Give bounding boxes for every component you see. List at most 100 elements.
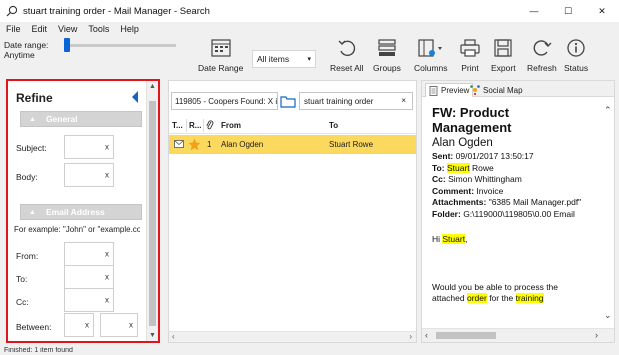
- refresh-icon: [533, 40, 552, 56]
- cc-input[interactable]: x: [64, 288, 114, 312]
- groups-button[interactable]: Groups: [373, 38, 401, 73]
- email-cc: Cc: Simon Whittingham: [432, 174, 522, 184]
- between-from-input[interactable]: x: [64, 313, 94, 337]
- star-icon[interactable]: [188, 138, 201, 151]
- columns-button[interactable]: Columns: [414, 38, 448, 73]
- document-icon: [429, 85, 438, 96]
- status-button[interactable]: Status: [564, 38, 588, 73]
- column-rating[interactable]: R...: [189, 121, 201, 130]
- scroll-up-icon[interactable]: ▲: [149, 83, 156, 90]
- date-range-slider[interactable]: [64, 38, 176, 52]
- preview-vertical-scrollbar[interactable]: ⌃ ⌄: [602, 97, 614, 329]
- preview-hscroll-thumb[interactable]: [436, 332, 496, 339]
- date-range-button[interactable]: Date Range: [198, 38, 243, 73]
- message-row[interactable]: 1 Alan Ogden Stuart Rowe: [169, 135, 416, 154]
- menu-view[interactable]: View: [58, 24, 77, 34]
- search-clear-icon[interactable]: ×: [401, 96, 406, 105]
- preview-content: FW: Product Management Alan Ogden Sent: …: [432, 105, 590, 305]
- column-to[interactable]: To: [329, 121, 338, 130]
- close-icon: ✕: [598, 5, 606, 16]
- list-horizontal-scrollbar[interactable]: ‹ ›: [169, 331, 416, 342]
- menu-help[interactable]: Help: [120, 24, 139, 34]
- title-bar: stuart training order - Mail Manager - S…: [0, 0, 619, 22]
- from-clear-icon[interactable]: x: [105, 250, 109, 259]
- email-attachments[interactable]: Attachments: "6385 Mail Manager.pdf": [432, 197, 590, 209]
- scroll-right-icon[interactable]: ›: [595, 330, 598, 340]
- refine-scrollbar-thumb[interactable]: [149, 101, 156, 326]
- to-label: To:: [16, 274, 28, 284]
- close-button[interactable]: ✕: [585, 0, 619, 22]
- email-greeting: Hi Stuart,: [432, 234, 468, 244]
- folder-icon[interactable]: [279, 93, 297, 109]
- subject-input[interactable]: x: [64, 135, 114, 159]
- column-type[interactable]: T...: [172, 121, 183, 130]
- menu-file[interactable]: File: [6, 24, 21, 34]
- email-example-text: For example: "John" or "example.co: [14, 225, 140, 234]
- caret-up-icon: ▲: [29, 115, 36, 123]
- paperclip-icon: [206, 120, 214, 130]
- menu-bar: File Edit View Tools Help: [0, 22, 619, 36]
- message-from: Alan Ogden: [221, 140, 264, 149]
- body-input[interactable]: x: [64, 163, 114, 187]
- date-range-slider-thumb[interactable]: [64, 38, 70, 52]
- collapse-left-icon[interactable]: [130, 90, 140, 104]
- to-input[interactable]: x: [64, 265, 114, 289]
- search-input[interactable]: stuart training order ×: [299, 92, 413, 110]
- from-label: From:: [16, 251, 39, 261]
- cc-label: Cc:: [16, 297, 29, 307]
- list-column-headers: T... R... From To: [169, 117, 416, 134]
- preview-horizontal-scrollbar[interactable]: ‹ ›: [422, 328, 614, 342]
- subject-clear-icon[interactable]: x: [105, 143, 109, 152]
- from-input[interactable]: x: [64, 242, 114, 266]
- reset-all-button[interactable]: Reset All: [330, 38, 364, 73]
- maximize-button[interactable]: ☐: [551, 0, 585, 22]
- info-icon: [567, 39, 585, 57]
- folder-filter[interactable]: 119805 - Coopers Found: X i: [171, 92, 278, 110]
- refine-scrollbar[interactable]: ▲ ▼: [146, 81, 158, 341]
- between-from-clear-icon[interactable]: x: [85, 321, 89, 330]
- between-to-clear-icon[interactable]: x: [129, 321, 133, 330]
- chevron-down-icon: ▾: [307, 56, 311, 63]
- menu-tools[interactable]: Tools: [88, 24, 109, 34]
- date-range-label: Date range: Anytime: [4, 40, 49, 60]
- export-button[interactable]: Export: [491, 38, 516, 73]
- to-clear-icon[interactable]: x: [105, 273, 109, 282]
- between-label: Between:: [16, 322, 52, 332]
- general-section-header[interactable]: ▲ General: [20, 111, 142, 127]
- between-to-input[interactable]: x: [100, 313, 138, 337]
- cc-clear-icon[interactable]: x: [105, 296, 109, 305]
- status-bar: Finished: 1 item found: [4, 347, 73, 354]
- email-icon: [174, 140, 184, 148]
- scroll-down-icon[interactable]: ▼: [149, 332, 156, 339]
- refresh-button[interactable]: Refresh: [527, 38, 557, 73]
- message-count: 1: [207, 140, 212, 149]
- scroll-left-icon[interactable]: ‹: [425, 330, 428, 340]
- menu-edit[interactable]: Edit: [32, 24, 48, 34]
- items-select[interactable]: All items ▾: [252, 50, 316, 68]
- email-subject: FW: Product Management: [432, 105, 512, 135]
- scroll-up-icon[interactable]: ⌃: [604, 105, 612, 116]
- scroll-right-icon[interactable]: ›: [409, 332, 412, 341]
- tab-social-map[interactable]: Social Map: [467, 83, 526, 97]
- save-icon: [494, 39, 512, 57]
- email-body: Would you be able to process the attache…: [432, 281, 559, 303]
- preview-tabs: Preview Social Map: [422, 81, 614, 97]
- email-comment: Comment: Invoice: [432, 185, 504, 196]
- minimize-button[interactable]: —: [517, 0, 551, 22]
- email-folder: Folder: G:\119000\119805\0.00 Email: [432, 208, 575, 219]
- scroll-down-icon[interactable]: ⌄: [604, 310, 612, 321]
- toolbar: Date range: Anytime Date Range All items…: [0, 36, 619, 80]
- minimize-icon: —: [529, 6, 539, 16]
- body-clear-icon[interactable]: x: [105, 171, 109, 180]
- columns-icon: [418, 39, 442, 57]
- column-from[interactable]: From: [221, 121, 241, 130]
- groups-icon: [378, 39, 396, 56]
- refine-pane: Refine ▲ General Subject: x Body: x ▲ Em…: [6, 79, 160, 343]
- scroll-left-icon[interactable]: ‹: [172, 332, 175, 341]
- refine-title: Refine: [16, 91, 53, 105]
- social-map-icon: [470, 85, 480, 95]
- print-button[interactable]: Print: [459, 38, 481, 73]
- message-to: Stuart Rowe: [329, 140, 374, 149]
- email-address-section-header[interactable]: ▲ Email Address: [20, 204, 142, 220]
- calendar-icon: [211, 39, 231, 57]
